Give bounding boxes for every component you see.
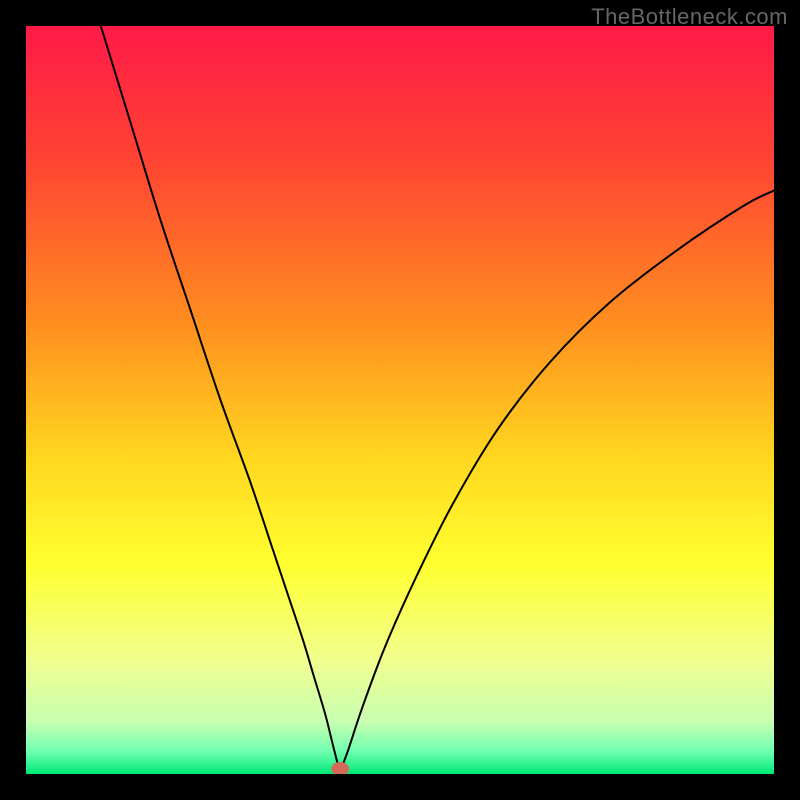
chart-container: TheBottleneck.com xyxy=(0,0,800,800)
bottleneck-chart xyxy=(26,26,774,774)
plot-area xyxy=(26,26,774,774)
watermark-text: TheBottleneck.com xyxy=(591,4,788,30)
gradient-background xyxy=(26,26,774,774)
